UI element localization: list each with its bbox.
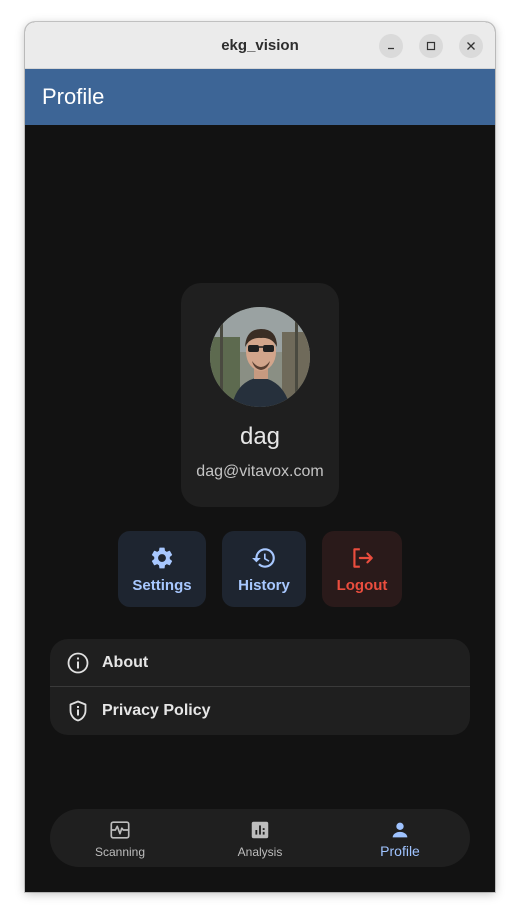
app-window: ekg_vision Profile dag dag@vitavox.com S… [25,22,495,892]
menu-item-privacy-label: Privacy Policy [102,702,211,719]
history-button[interactable]: History [222,531,306,607]
close-icon [467,42,475,50]
analytics-icon [251,821,269,839]
menu-item-privacy-policy[interactable]: Privacy Policy [50,687,470,734]
bottom-navigation: Scanning Analysis Profile [50,809,470,867]
info-icon [67,652,89,674]
minimize-button[interactable] [379,34,403,58]
shield-icon [69,700,87,722]
maximize-icon [426,41,436,51]
nav-label-profile: Profile [380,843,420,859]
info-menu: About Privacy Policy [50,639,470,735]
logout-icon [353,548,373,568]
person-icon [392,822,408,838]
window-titlebar[interactable]: ekg_vision [25,22,495,69]
menu-item-about[interactable]: About [50,639,470,686]
nav-item-scanning[interactable]: Scanning [50,809,190,867]
settings-label: Settings [132,577,192,594]
user-name: dag [239,423,281,450]
nav-label-analysis: Analysis [237,845,283,859]
page-title: Profile [42,84,105,109]
avatar-photo [210,307,310,407]
close-button[interactable] [459,34,483,58]
nav-label-scanning: Scanning [94,845,146,859]
nav-item-analysis[interactable]: Analysis [190,809,330,867]
app-bar: Profile [25,69,495,125]
maximize-button[interactable] [419,34,443,58]
settings-button[interactable]: Settings [118,531,206,607]
avatar[interactable] [210,307,310,407]
menu-item-about-label: About [102,654,149,671]
logout-label: Logout [336,577,388,594]
logout-button[interactable]: Logout [322,531,402,607]
history-icon [252,548,275,568]
user-email: dag@vitavox.com [196,463,324,480]
profile-card: dag dag@vitavox.com [181,283,339,507]
minimize-icon [388,47,394,50]
gear-icon [151,547,173,569]
nav-item-profile[interactable]: Profile [330,809,470,867]
ecg-icon [110,821,130,839]
history-label: History [238,577,290,594]
